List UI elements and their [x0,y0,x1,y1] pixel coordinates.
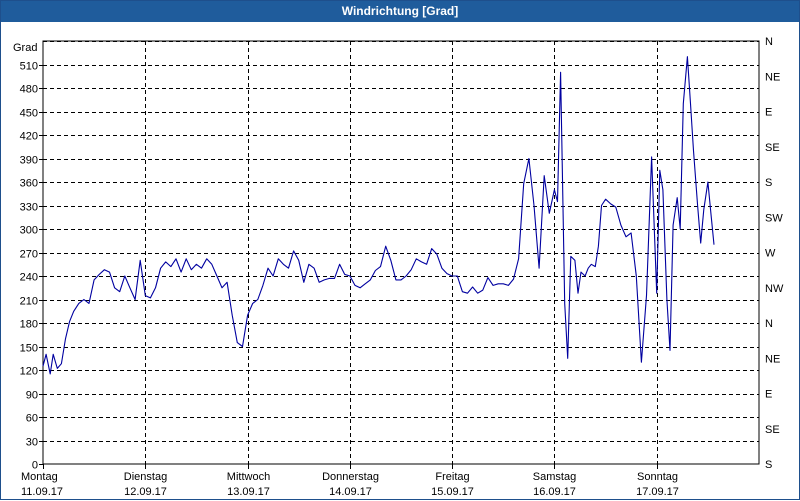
right-axis-label: E [765,389,772,401]
x-tick-date-label: 15.09.17 [431,486,474,498]
right-axis-label: NW [765,283,784,295]
x-tick-day-label: Montag [21,471,58,483]
y-tick-label: 330 [20,202,38,214]
chart-window: Windrichtung [Grad] 0 30 60 90 120 150 180 210 2… [0,0,800,500]
y-tick-label: 420 [20,131,38,143]
y-tick-label: 510 [20,61,38,73]
y-tick-label: 300 [20,225,38,237]
right-axis-label: N [765,36,773,48]
x-tick-date-label: 14.09.17 [329,486,372,498]
right-axis-label: E [765,107,772,119]
x-tick-day-label: Sonntag [637,471,678,483]
right-axis-label: SE [765,142,780,154]
right-axis-label: NE [765,71,780,83]
plot-frame [42,40,760,465]
y-tick-label: 240 [20,272,38,284]
x-tick-date-label: 12.09.17 [124,486,167,498]
x-tick-date-label: 17.09.17 [636,486,679,498]
right-axis-label: W [765,248,776,260]
x-tick-day-label: Donnerstag [322,471,379,483]
y-tick-label: 90 [26,390,38,402]
right-axis-label: S [765,459,772,471]
x-tick-date-label: 13.09.17 [227,486,270,498]
right-axis-label: SW [765,212,783,224]
y-tick-label: 480 [20,84,38,96]
x-tick-day-label: Mittwoch [227,471,270,483]
x-tick-day-label: Samstag [533,471,576,483]
y-tick-label: 120 [20,366,38,378]
right-axis-label: N [765,318,773,330]
wind-direction-chart: 0 30 60 90 120 150 180 210 240 270 300 330 360 390 420… [13,36,784,498]
right-axis-label: SE [765,424,780,436]
y-tick-label: 210 [20,296,38,308]
y-tick-label: 270 [20,249,38,261]
y-tick-label: 30 [26,437,38,449]
right-axis-label: NE [765,353,780,365]
right-axis-label: S [765,177,772,189]
y-tick-label: 360 [20,178,38,190]
x-tick-day-label: Freitag [435,471,469,483]
y-axis-label: Grad [13,42,37,54]
y-tick-label: 390 [20,155,38,167]
y-tick-label: 150 [20,343,38,355]
x-tick-date-label: 11.09.17 [21,486,63,498]
y-tick-label: 0 [32,460,38,472]
x-tick-date-label: 16.09.17 [533,486,576,498]
y-tick-label: 60 [26,413,38,425]
y-tick-label: 180 [20,319,38,331]
x-tick-day-label: Dienstag [124,471,167,483]
y-tick-label: 450 [20,108,38,120]
